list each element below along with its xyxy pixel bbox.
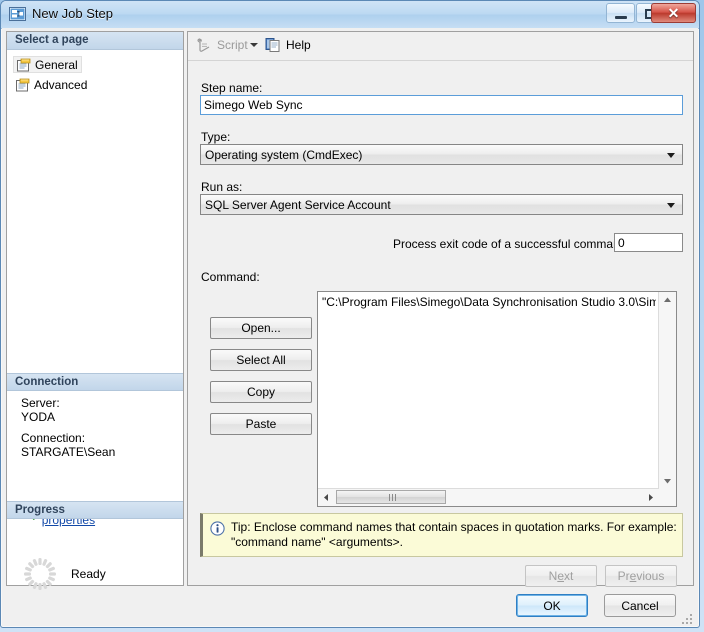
new-job-step-dialog: New Job Step ✕ Select a page General Adv… — [0, 0, 700, 628]
step-name-label: Step name: — [201, 81, 263, 95]
close-icon: ✕ — [667, 5, 680, 21]
sidebar-item-general-label: General — [35, 57, 78, 72]
sidebar-item-general[interactable]: General — [13, 56, 82, 73]
sidebar-item-advanced-label: Advanced — [34, 77, 88, 92]
command-label: Command: — [201, 270, 260, 284]
server-label: Server: — [21, 396, 60, 410]
process-exit-code-label: Process exit code of a successful comman… — [393, 237, 630, 251]
previous-button[interactable]: Previous — [605, 565, 677, 587]
info-icon — [210, 521, 225, 536]
progress-status-text: Ready — [71, 567, 106, 581]
type-dropdown-value: Operating system (CmdExec) — [205, 148, 363, 162]
previous-label-prefix: Pr — [617, 569, 630, 583]
progress-row: Ready — [23, 557, 106, 591]
progress-header: Progress — [7, 501, 183, 519]
copy-button[interactable]: Copy — [210, 381, 312, 403]
dialog-toolbar: Script Help — [188, 32, 693, 61]
command-vertical-scrollbar[interactable] — [658, 292, 676, 489]
type-dropdown[interactable]: Operating system (CmdExec) — [200, 144, 683, 165]
step-name-input[interactable] — [200, 95, 683, 115]
connection-header: Connection — [7, 373, 183, 391]
previous-label-suffix: vious — [636, 569, 665, 583]
ok-button[interactable]: OK — [516, 594, 588, 617]
scroll-down-icon[interactable] — [659, 472, 676, 489]
script-icon — [197, 38, 210, 52]
tip-banner: Tip: Enclose command names that contain … — [200, 513, 683, 557]
chevron-down-icon[interactable] — [250, 43, 258, 47]
page-icon — [16, 78, 30, 91]
connection-label: Connection: — [21, 431, 86, 445]
tip-line-1: Tip: Enclose command names that contain … — [231, 520, 677, 534]
title-bar[interactable]: New Job Step ✕ — [1, 1, 699, 29]
job-step-icon — [9, 7, 26, 21]
sidebar-item-advanced[interactable]: Advanced — [13, 76, 90, 93]
next-label-mnemonic: e — [557, 569, 564, 583]
help-button[interactable]: Help — [265, 37, 311, 53]
scrollbar-corner — [659, 489, 676, 506]
dialog-body: Select a page General Advanced Connectio… — [2, 28, 698, 626]
main-content-panel: Script Help Step name: Simego Web Sync T… — [187, 31, 694, 587]
select-all-button[interactable]: Select All — [210, 349, 312, 371]
resize-grip[interactable] — [682, 612, 694, 624]
scroll-up-icon[interactable] — [659, 292, 676, 309]
chevron-down-icon — [667, 203, 675, 208]
close-button[interactable]: ✕ — [651, 3, 696, 23]
server-value: YODA — [21, 410, 56, 424]
help-button-label: Help — [286, 38, 311, 52]
next-button[interactable]: Next — [525, 565, 597, 587]
command-horizontal-scrollbar[interactable] — [318, 488, 659, 506]
script-button-label: Script — [217, 38, 248, 52]
window-title: New Job Step — [32, 6, 113, 21]
scroll-left-icon[interactable] — [318, 489, 335, 506]
scroll-right-icon[interactable] — [642, 489, 659, 506]
run-as-label: Run as: — [201, 180, 243, 194]
horizontal-scroll-thumb[interactable] — [336, 490, 446, 504]
minimize-button[interactable] — [606, 3, 635, 23]
paste-button[interactable]: Paste — [210, 413, 312, 435]
script-button[interactable]: Script — [196, 37, 248, 53]
left-navigation-panel: Select a page General Advanced Connectio… — [6, 31, 184, 590]
select-a-page-header: Select a page — [7, 32, 183, 50]
cancel-button[interactable]: Cancel — [604, 594, 676, 617]
progress-spinner-icon — [24, 558, 56, 590]
type-label: Type: — [201, 130, 231, 144]
minimize-icon — [615, 16, 627, 19]
connection-value: STARGATE\Sean — [21, 445, 116, 459]
run-as-dropdown[interactable]: SQL Server Agent Service Account — [200, 194, 683, 215]
run-as-dropdown-value: SQL Server Agent Service Account — [205, 198, 391, 212]
command-text-value: "C:\Program Files\Simego\Data Synchronis… — [322, 295, 656, 309]
process-exit-code-input[interactable] — [614, 233, 683, 252]
command-textarea[interactable]: "C:\Program Files\Simego\Data Synchronis… — [317, 291, 677, 507]
open-button[interactable]: Open... — [210, 317, 312, 339]
next-label-prefix: N — [548, 569, 558, 583]
help-icon — [265, 38, 280, 52]
tip-line-2: "command name" <arguments>. — [231, 535, 403, 549]
page-icon — [17, 58, 31, 71]
chevron-down-icon — [667, 153, 675, 158]
next-label-suffix: xt — [564, 569, 574, 583]
